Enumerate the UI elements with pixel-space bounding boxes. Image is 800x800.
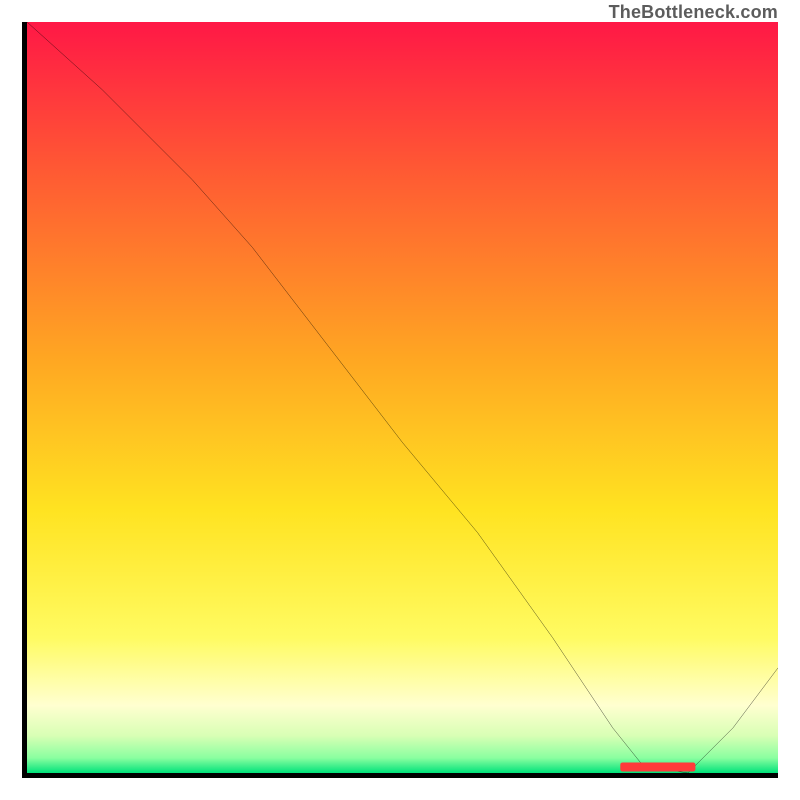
gradient-background [27, 22, 778, 773]
optimum-marker [620, 762, 695, 771]
chart-svg [27, 22, 778, 773]
attribution-label: TheBottleneck.com [609, 2, 778, 23]
plot-area [27, 22, 778, 773]
chart-container: TheBottleneck.com [0, 0, 800, 800]
plot-frame [22, 22, 778, 778]
